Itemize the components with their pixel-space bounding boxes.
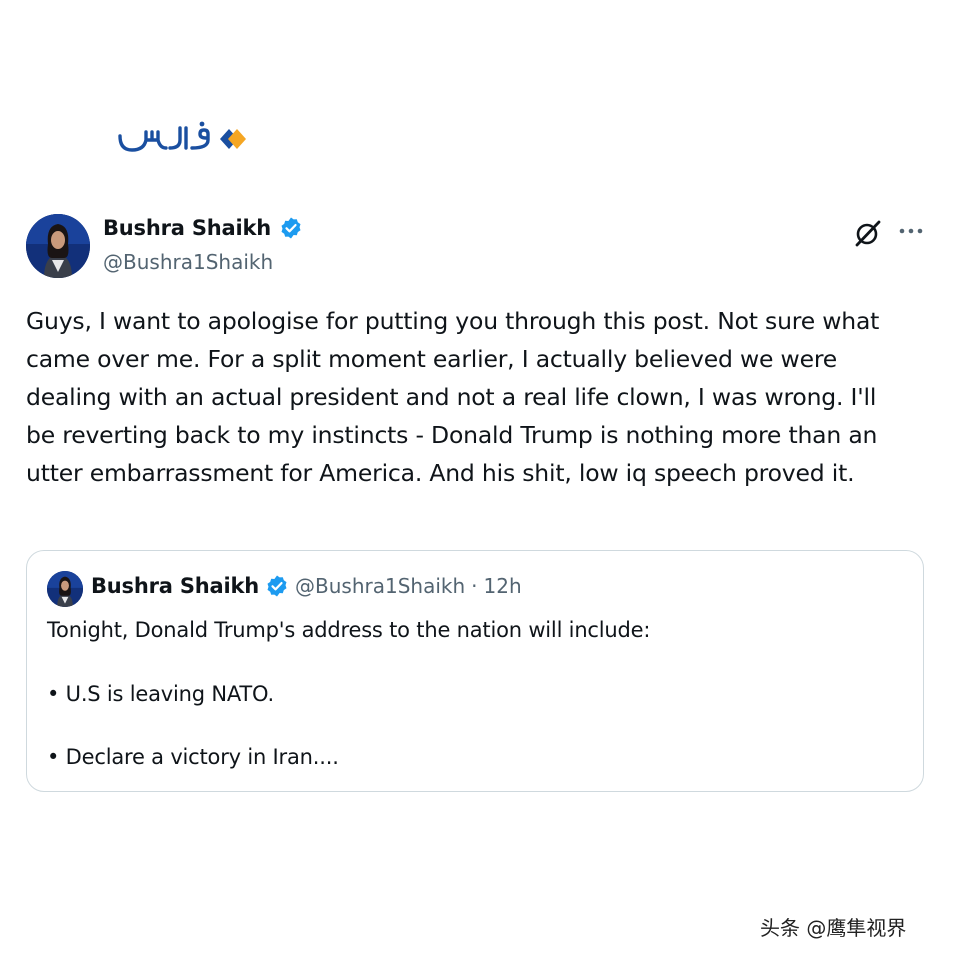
post-text: Guys, I want to apologise for putting yo…	[26, 307, 880, 487]
verified-badge-icon	[279, 216, 303, 240]
quoted-timestamp[interactable]: 12h	[484, 574, 522, 598]
avatar[interactable]	[26, 214, 90, 278]
quoted-bullet-line: • U.S is leaving NATO.	[47, 682, 274, 706]
watermark: 头条 @鹰隼视界	[760, 916, 907, 940]
author-display-name[interactable]: Bushra Shaikh	[103, 216, 271, 240]
author-handle[interactable]: @Bushra1Shaikh	[103, 250, 273, 274]
quoted-post-card[interactable]: Bushra Shaikh @Bushra1Shaikh · 12h Tonig…	[26, 550, 924, 792]
fars-logo	[116, 118, 248, 160]
quoted-bullet-line: • Declare a victory in Iran....	[47, 745, 339, 769]
more-options-icon[interactable]	[896, 219, 926, 243]
quoted-header: Bushra Shaikh @Bushra1Shaikh · 12h	[91, 574, 522, 598]
quoted-text-line: Tonight, Donald Trump's address to the n…	[47, 618, 651, 642]
author-name-row: Bushra Shaikh	[103, 216, 303, 240]
quoted-author-name[interactable]: Bushra Shaikh	[91, 574, 259, 598]
verified-badge-icon	[265, 574, 289, 598]
quoted-author-handle[interactable]: @Bushra1Shaikh	[295, 574, 465, 598]
grok-icon[interactable]	[852, 217, 884, 249]
quoted-avatar[interactable]	[47, 571, 83, 607]
quoted-separator: ·	[471, 574, 478, 598]
